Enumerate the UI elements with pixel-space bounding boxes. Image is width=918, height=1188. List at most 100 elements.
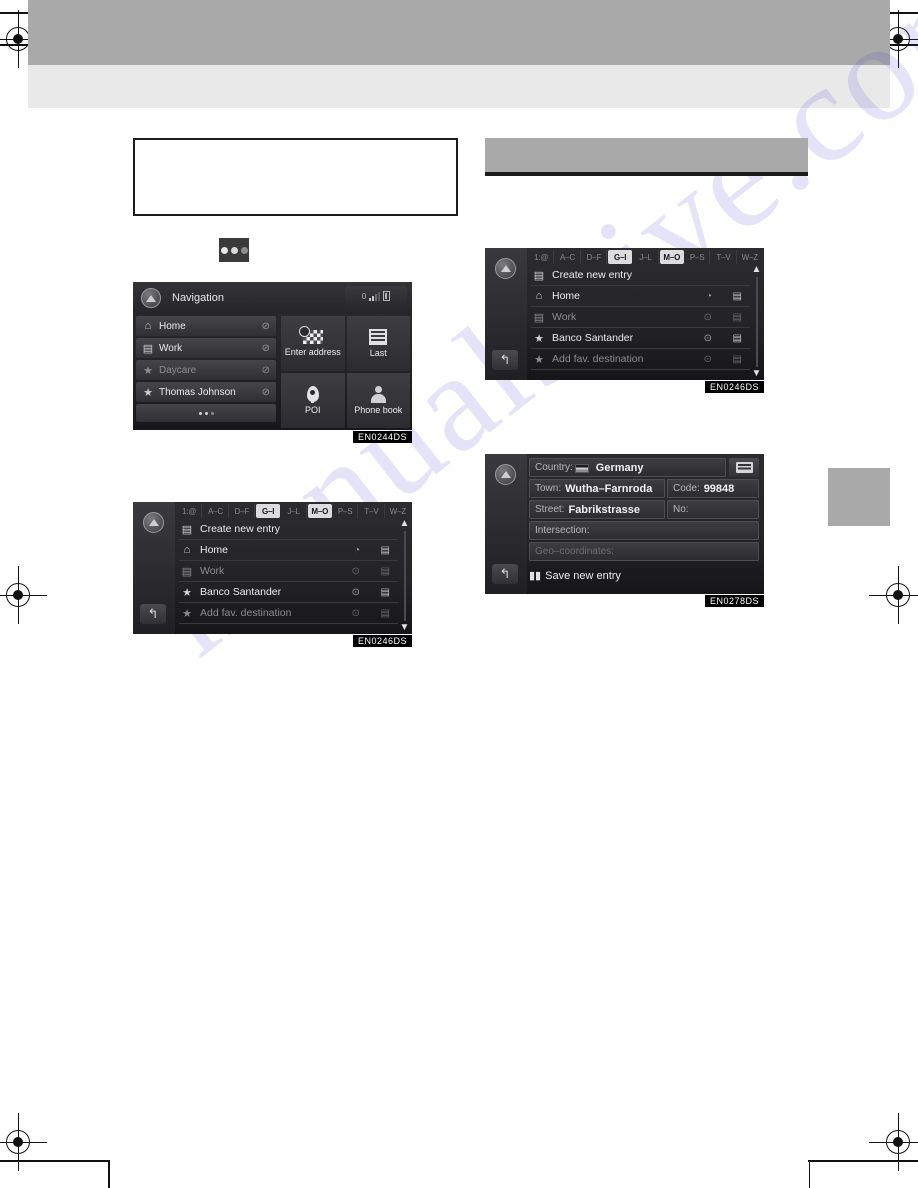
nav-list-item-thomas-johnson[interactable]: ★ Thomas Johnson ⊘ <box>136 382 276 402</box>
save-icon: ▮▮ <box>529 570 542 582</box>
scroll-down-icon[interactable]: ▼ <box>400 623 410 633</box>
row-add-fav-destination[interactable]: ★ Add fav. destination ⊙ ▤ <box>179 603 398 624</box>
scroll-track[interactable] <box>403 531 406 621</box>
tab-1-at[interactable]: 1:@ <box>529 250 555 264</box>
intersection-field[interactable]: Intersection: <box>529 521 759 540</box>
scroll-up-icon[interactable]: ▲ <box>400 519 410 529</box>
nav-item-options-icon[interactable]: ⊘ <box>262 387 270 398</box>
star-icon: ★ <box>143 386 153 399</box>
nav-item-options-icon[interactable]: ⊘ <box>262 365 270 376</box>
row-banco-santander[interactable]: ★ Banco Santander ⊙ ▤ <box>179 582 398 603</box>
row-add-fav-destination[interactable]: ★ Add fav. destination ⊙ ▤ <box>531 349 750 370</box>
more-dots-button[interactable] <box>219 238 249 262</box>
row-edit-icon[interactable]: ▤ <box>733 354 742 365</box>
tab-t-v[interactable]: T–V <box>359 504 385 518</box>
street-value: Fabrikstrasse <box>568 503 641 516</box>
tab-a-c[interactable]: A–C <box>555 250 581 264</box>
tab-j-l[interactable]: J–L <box>633 250 659 264</box>
tab-g-i[interactable]: G–I <box>255 504 281 518</box>
row-status-icon[interactable]: ⊙ <box>704 354 712 365</box>
row-edit-icon[interactable]: ▤ <box>381 608 390 619</box>
row-status-icon[interactable]: ⊙ <box>352 587 360 598</box>
scroll-track[interactable] <box>755 277 758 367</box>
tile-enter-address[interactable]: Enter address <box>281 316 345 371</box>
left-column: Navigation 0 ⌂ Home ⊘ ▤ Work ⊘ ★ Daycare… <box>133 138 458 647</box>
row-home[interactable]: ⌂ Home ◔ ▤ <box>531 286 750 307</box>
row-banco-santander[interactable]: ★ Banco Santander ⊙ ▤ <box>531 328 750 349</box>
scrollbar[interactable]: ▲ ▼ <box>751 265 762 379</box>
row-work[interactable]: ▤ Work ⊙ ▤ <box>531 307 750 328</box>
row-status-icon[interactable]: ◔ <box>706 291 712 302</box>
town-code-row: Town: Wutha–Farnroda Code: 99848 <box>529 479 759 498</box>
row-status-icon[interactable]: ⊙ <box>352 608 360 619</box>
back-button[interactable]: ↰ <box>140 604 166 624</box>
row-edit-icon[interactable]: ▤ <box>733 333 742 344</box>
row-work[interactable]: ▤ Work ⊙ ▤ <box>179 561 398 582</box>
tab-m-o[interactable]: M–O <box>659 250 684 264</box>
street-field[interactable]: Street: Fabrikstrasse <box>529 500 665 519</box>
row-home[interactable]: ⌂ Home ◔ ▤ <box>179 540 398 561</box>
tab-a-c[interactable]: A–C <box>203 504 229 518</box>
town-label: Town: <box>535 483 562 494</box>
tab-p-s[interactable]: P–S <box>333 504 359 518</box>
tab-w-z[interactable]: W–Z <box>738 250 762 264</box>
nav-item-options-icon[interactable]: ⊘ <box>262 321 270 332</box>
nav-list-item-home[interactable]: ⌂ Home ⊘ <box>136 316 276 336</box>
code-field[interactable]: Code: 99848 <box>667 479 759 498</box>
tab-j-l[interactable]: J–L <box>281 504 307 518</box>
navigation-titlebar: Navigation 0 <box>133 282 412 314</box>
row-edit-icon[interactable]: ▤ <box>733 291 742 302</box>
town-field[interactable]: Town: Wutha–Farnroda <box>529 479 665 498</box>
tab-1-at[interactable]: 1:@ <box>177 504 203 518</box>
tab-g-i[interactable]: G–I <box>607 250 633 264</box>
crop-mark-bl-h <box>0 1160 110 1162</box>
nav-list-item-label: Work <box>159 342 183 354</box>
scroll-up-icon[interactable]: ▲ <box>752 265 762 275</box>
favourites-main: 1:@ A–C D–F G–I J–L M–O P–S T–V W–Z ▤ Cr… <box>527 248 764 380</box>
figure-code: EN0246DS <box>704 381 764 393</box>
row-create-new-entry[interactable]: ▤ Create new entry <box>531 265 750 286</box>
tab-w-z[interactable]: W–Z <box>386 504 410 518</box>
geo-coordinates-field[interactable]: Geo–coordinates: <box>529 542 759 561</box>
row-edit-icon[interactable]: ▤ <box>381 545 390 556</box>
tile-last[interactable]: Last <box>346 316 410 371</box>
tab-p-s[interactable]: P–S <box>685 250 711 264</box>
row-status-icon[interactable]: ◔ <box>354 545 360 556</box>
scroll-down-icon[interactable]: ▼ <box>752 369 762 379</box>
status-indicator-group: 0 <box>345 286 407 306</box>
dot-1 <box>220 246 228 254</box>
row-edit-icon[interactable]: ▤ <box>381 587 390 598</box>
row-status-icon[interactable]: ⊙ <box>704 312 712 323</box>
row-status-icon[interactable]: ⊙ <box>704 333 712 344</box>
scrollbar[interactable]: ▲ ▼ <box>399 519 410 633</box>
page-header-subband <box>28 65 890 108</box>
back-button[interactable]: ↰ <box>492 564 518 584</box>
row-label: Work <box>552 311 577 323</box>
alphabet-tabs: 1:@ A–C D–F G–I J–L M–O P–S T–V W–Z <box>527 248 764 264</box>
tab-d-f[interactable]: D–F <box>582 250 607 264</box>
country-field[interactable]: Country: Germany <box>529 458 726 477</box>
row-status-icon[interactable]: ⊙ <box>352 566 360 577</box>
nav-list-item-daycare[interactable]: ★ Daycare ⊘ <box>136 360 276 380</box>
save-new-entry-button[interactable]: ▮▮ Save new entry <box>529 566 759 585</box>
tab-t-v[interactable]: T–V <box>711 250 737 264</box>
brand-logo-icon <box>143 512 164 533</box>
row-create-new-entry[interactable]: ▤ Create new entry <box>179 519 398 540</box>
keyboard-button[interactable] <box>729 458 759 477</box>
tab-m-o[interactable]: M–O <box>307 504 332 518</box>
new-entry-icon: ▤ <box>533 269 545 282</box>
back-button[interactable]: ↰ <box>492 350 518 370</box>
nav-list-item-work[interactable]: ▤ Work ⊘ <box>136 338 276 358</box>
tile-poi[interactable]: POI <box>281 373 345 428</box>
house-number-field[interactable]: No: <box>667 500 759 519</box>
brand-logo-icon <box>495 464 516 485</box>
tile-phone-book[interactable]: Phone book <box>346 373 410 428</box>
row-edit-icon[interactable]: ▤ <box>381 566 390 577</box>
navigation-tile-grid: Enter address Last POI Phone book <box>279 314 412 430</box>
row-edit-icon[interactable]: ▤ <box>733 312 742 323</box>
nav-item-options-icon[interactable]: ⊘ <box>262 343 270 354</box>
keyboard-icon <box>735 462 753 473</box>
nav-list-more-button[interactable] <box>136 404 276 422</box>
tab-d-f[interactable]: D–F <box>230 504 255 518</box>
side-rail: ↰ <box>485 454 527 594</box>
